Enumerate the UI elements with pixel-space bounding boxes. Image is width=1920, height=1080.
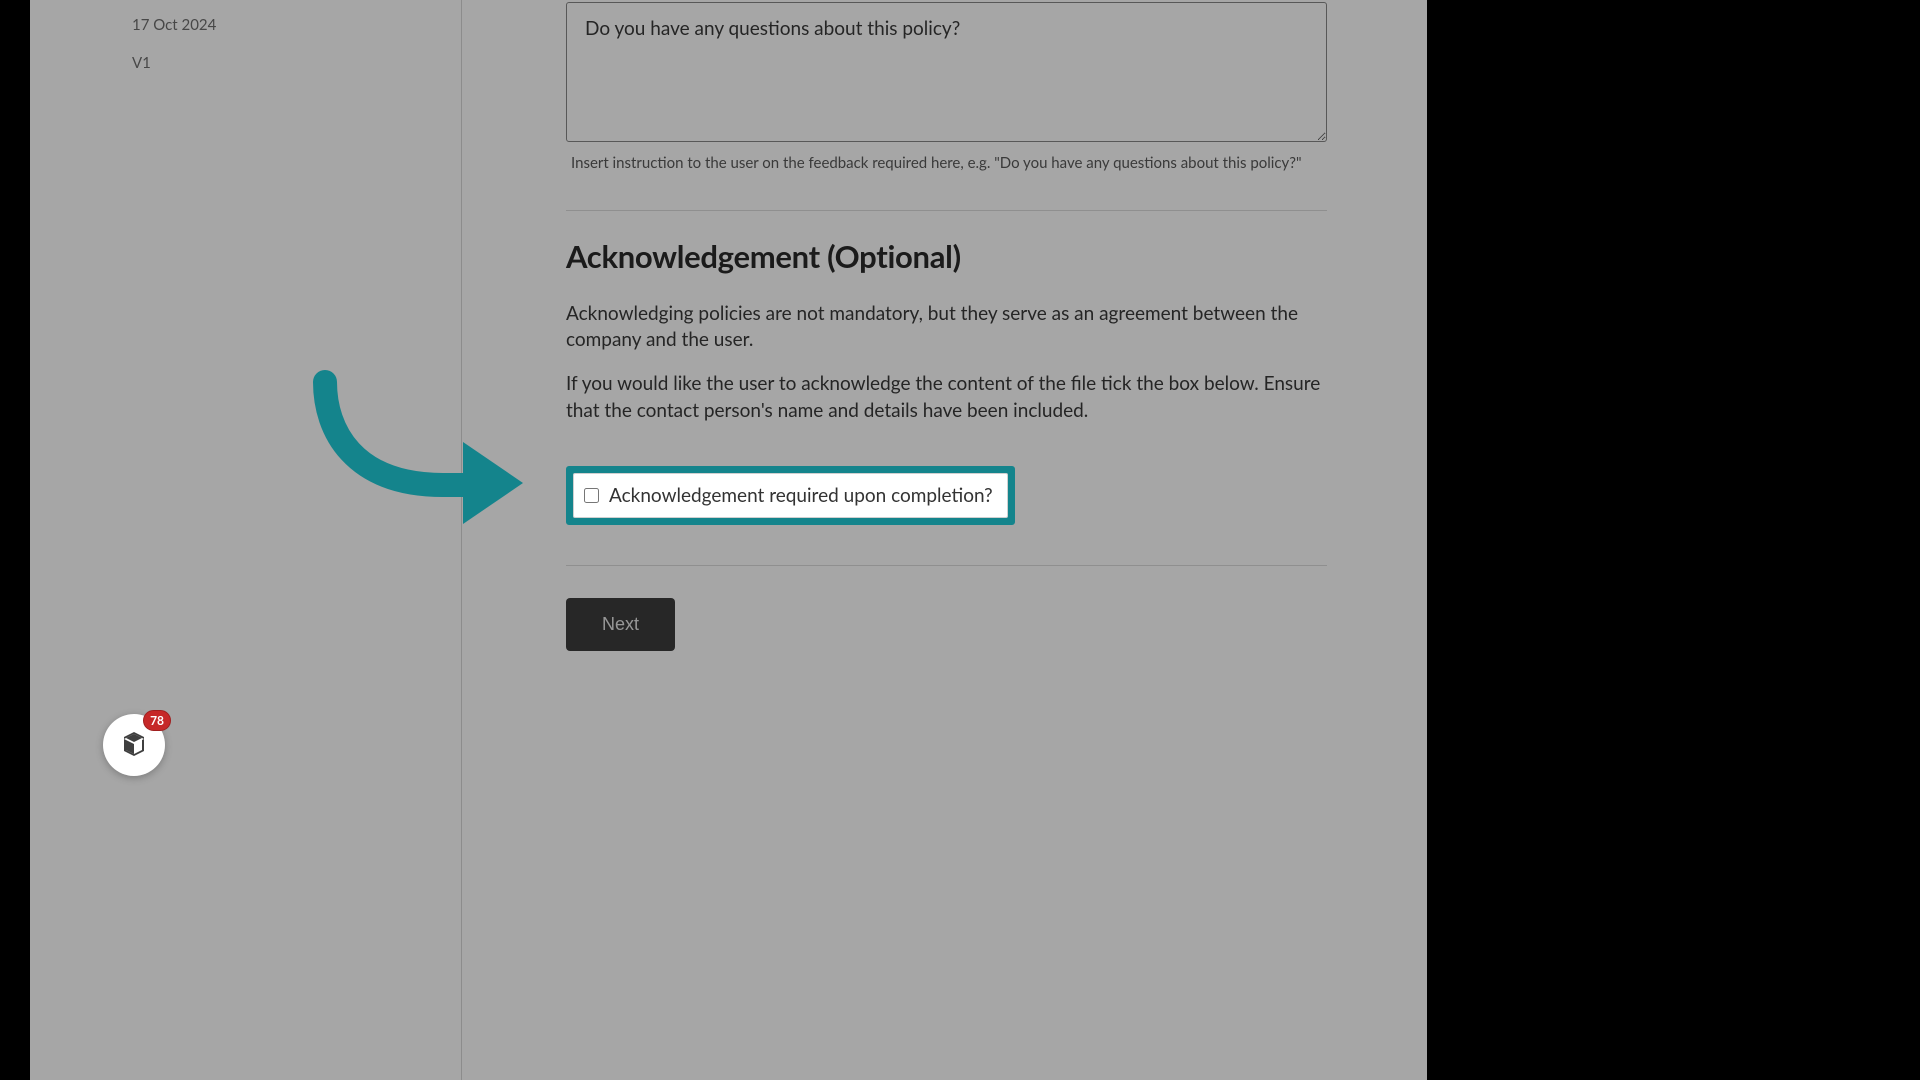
ack-checkbox[interactable] (584, 488, 599, 503)
feedback-block: Insert instruction to the user on the fe… (566, 2, 1327, 172)
sidebar-version: V1 (132, 54, 437, 72)
divider (566, 210, 1327, 211)
feedback-hint: Insert instruction to the user on the fe… (571, 154, 1327, 172)
ack-checkbox-label[interactable]: Acknowledgement required upon completion… (609, 484, 993, 507)
chat-badge: 78 (143, 710, 171, 731)
ack-paragraph-1: Acknowledging policies are not mandatory… (566, 301, 1327, 353)
sidebar-date: 17 Oct 2024 (132, 16, 437, 34)
chat-logo-icon (117, 728, 151, 762)
chat-widget: 78 (103, 714, 165, 776)
app-frame: 17 Oct 2024 V1 Insert instruction to the… (30, 0, 1427, 1080)
chat-button[interactable]: 78 (103, 714, 165, 776)
sidebar: 17 Oct 2024 V1 (30, 0, 462, 1080)
divider-2 (566, 565, 1327, 566)
ack-paragraph-2: If you would like the user to acknowledg… (566, 371, 1327, 423)
letterbox-left (0, 0, 30, 1080)
ack-heading: Acknowledgement (Optional) (566, 237, 1327, 275)
next-button[interactable]: Next (566, 598, 675, 651)
ack-checkbox-row[interactable]: Acknowledgement required upon completion… (573, 473, 1008, 518)
ack-highlight: Acknowledgement required upon completion… (566, 466, 1015, 525)
feedback-textarea[interactable] (566, 2, 1327, 142)
main-content: Insert instruction to the user on the fe… (462, 0, 1427, 691)
letterbox-right (1427, 0, 1920, 1080)
ack-highlight-border: Acknowledgement required upon completion… (566, 466, 1015, 525)
